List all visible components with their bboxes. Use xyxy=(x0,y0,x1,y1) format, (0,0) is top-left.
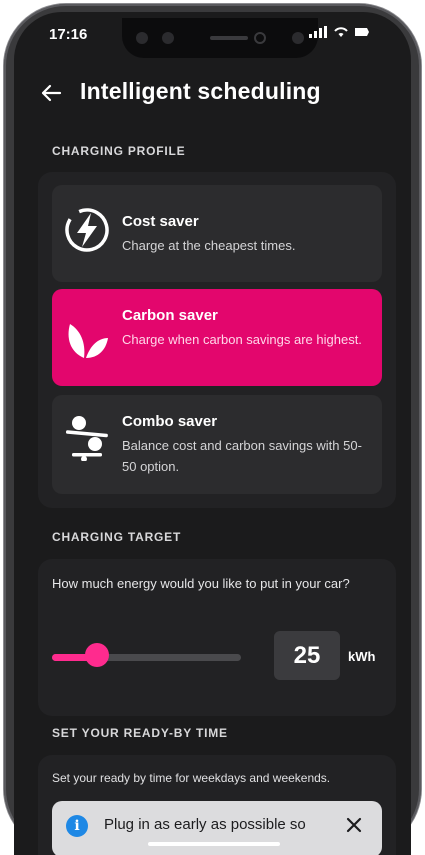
info-banner-text: Plug in as early as possible so xyxy=(104,816,306,833)
home-indicator[interactable] xyxy=(148,842,280,846)
signal-icon xyxy=(309,26,327,38)
charging-profile-heading: CHARGING PROFILE xyxy=(52,144,186,158)
battery-icon xyxy=(355,28,369,36)
status-icons xyxy=(309,26,371,38)
energy-value-input[interactable]: 25 xyxy=(274,631,340,680)
profile-option-cost-saver[interactable]: Cost saver Charge at the cheapest times. xyxy=(52,185,382,282)
charging-target-panel: How much energy would you like to put in… xyxy=(38,559,396,716)
speaker-icon xyxy=(210,36,248,40)
camera-notch xyxy=(122,18,318,58)
profile-option-title: Combo saver xyxy=(122,413,218,430)
ready-by-panel: Set your ready by time for weekdays and … xyxy=(38,755,396,855)
wifi-icon xyxy=(334,27,348,37)
camera-icon xyxy=(254,32,266,44)
energy-question: How much energy would you like to put in… xyxy=(52,576,350,591)
charging-profile-panel: Cost saver Charge at the cheapest times.… xyxy=(38,172,396,508)
ready-by-description: Set your ready by time for weekdays and … xyxy=(52,771,331,785)
sensor-icon xyxy=(292,32,304,44)
profile-option-title: Carbon saver xyxy=(122,307,218,324)
balance-icon xyxy=(65,416,108,461)
sensor-icon xyxy=(162,32,174,44)
charging-target-heading: CHARGING TARGET xyxy=(52,530,182,544)
profile-option-combo-saver[interactable]: Combo saver Balance cost and carbon savi… xyxy=(52,395,382,494)
sensor-icon xyxy=(136,32,148,44)
profile-option-title: Cost saver xyxy=(122,213,199,230)
app-screen: 17:16 Intelligent scheduling CHARGING PR… xyxy=(14,12,411,855)
profile-option-carbon-saver[interactable]: Carbon saver Charge when carbon savings … xyxy=(52,289,382,386)
status-time: 17:16 xyxy=(49,26,88,43)
back-arrow-icon[interactable] xyxy=(40,82,62,104)
energy-unit-label: kWh xyxy=(348,649,376,664)
lightning-icon xyxy=(65,208,109,252)
profile-option-description: Charge when carbon savings are highest. xyxy=(122,332,362,347)
page-title: Intelligent scheduling xyxy=(80,78,321,104)
ready-by-heading: SET YOUR READY-BY TIME xyxy=(52,726,228,740)
profile-option-description: Charge at the cheapest times. xyxy=(122,238,296,253)
close-icon[interactable] xyxy=(342,813,366,837)
info-banner: i Plug in as early as possible so xyxy=(52,801,382,855)
energy-slider-thumb[interactable] xyxy=(85,643,110,667)
energy-slider-track[interactable] xyxy=(52,654,241,661)
profile-option-description: Balance cost and carbon savings with 50-… xyxy=(122,438,362,474)
leaves-icon xyxy=(68,324,108,358)
info-icon: i xyxy=(66,815,88,837)
